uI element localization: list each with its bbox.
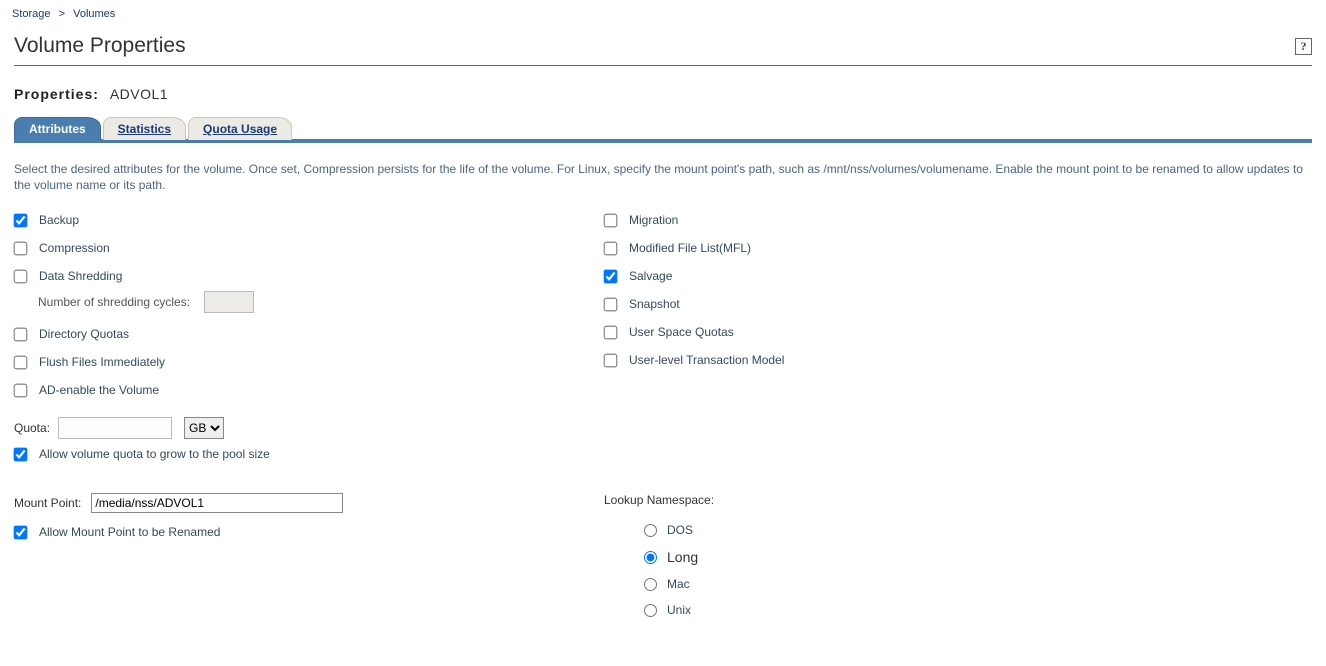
checkbox-compression[interactable] — [14, 242, 28, 256]
checkbox-data-shredding[interactable] — [14, 270, 28, 284]
checkbox-ad-enable[interactable] — [14, 384, 28, 398]
input-mount-point[interactable] — [91, 493, 343, 513]
help-icon[interactable]: ? — [1295, 38, 1312, 55]
checkbox-salvage[interactable] — [604, 270, 618, 284]
properties-label: Properties: — [14, 86, 99, 102]
checkbox-user-txn-model[interactable] — [604, 354, 618, 368]
checkbox-user-space-quotas[interactable] — [604, 326, 618, 340]
mount-point-block: Mount Point: Allow Mount Point to be Ren… — [14, 493, 594, 629]
lookup-namespace-block: Lookup Namespace: DOS Long Mac Unix — [594, 493, 1312, 629]
tab-row: Attributes Statistics Quota Usage — [0, 116, 1326, 139]
tab-statistics[interactable]: Statistics — [103, 117, 186, 140]
attributes-col-right: Migration Modified File List(MFL) Salvag… — [604, 213, 1312, 411]
checkbox-directory-quotas[interactable] — [14, 328, 28, 342]
label-salvage: Salvage — [629, 269, 672, 283]
checkbox-flush-files[interactable] — [14, 356, 28, 370]
radio-ns-dos[interactable] — [644, 524, 657, 537]
select-quota-unit[interactable]: GB — [184, 417, 224, 439]
radio-ns-unix[interactable] — [644, 604, 657, 617]
checkbox-allow-rename[interactable] — [14, 526, 28, 540]
label-data-shredding: Data Shredding — [39, 269, 122, 283]
input-quota[interactable] — [58, 417, 172, 439]
checkbox-snapshot[interactable] — [604, 298, 618, 312]
tab-attributes[interactable]: Attributes — [14, 117, 101, 140]
label-allow-rename: Allow Mount Point to be Renamed — [39, 525, 220, 539]
mount-namespace-section: Mount Point: Allow Mount Point to be Ren… — [0, 475, 1326, 629]
tab-quota-usage[interactable]: Quota Usage — [188, 117, 292, 140]
attribute-columns: Backup Compression Data Shredding Number… — [0, 203, 1326, 411]
label-migration: Migration — [629, 213, 678, 227]
breadcrumb-volumes[interactable]: Volumes — [73, 8, 115, 20]
properties-value: ADVOL1 — [110, 86, 168, 102]
label-shredding-cycles: Number of shredding cycles: — [38, 295, 190, 309]
breadcrumb-sep: > — [59, 8, 65, 20]
label-allow-grow: Allow volume quota to grow to the pool s… — [39, 447, 270, 461]
label-mfl: Modified File List(MFL) — [629, 241, 751, 255]
breadcrumb: Storage > Volumes — [0, 0, 1326, 26]
label-ns-long: Long — [667, 549, 698, 565]
label-quota: Quota: — [14, 421, 50, 435]
label-directory-quotas: Directory Quotas — [39, 327, 129, 341]
shredding-cycles-row: Number of shredding cycles: — [38, 291, 604, 313]
attributes-col-left: Backup Compression Data Shredding Number… — [14, 213, 604, 411]
properties-line: Properties: ADVOL1 — [0, 66, 1326, 116]
label-user-txn-model: User-level Transaction Model — [629, 353, 784, 367]
input-shredding-cycles[interactable] — [204, 291, 254, 313]
label-user-space-quotas: User Space Quotas — [629, 325, 734, 339]
label-flush-files: Flush Files Immediately — [39, 355, 165, 369]
label-snapshot: Snapshot — [629, 297, 680, 311]
label-compression: Compression — [39, 241, 110, 255]
instructions-text: Select the desired attributes for the vo… — [0, 143, 1326, 203]
checkbox-allow-grow[interactable] — [14, 448, 28, 462]
label-ad-enable: AD-enable the Volume — [39, 383, 159, 397]
checkbox-backup[interactable] — [14, 214, 28, 228]
radio-ns-long[interactable] — [644, 551, 657, 564]
page-title-row: Volume Properties ? — [0, 26, 1326, 62]
label-mount-point: Mount Point: — [14, 496, 81, 510]
label-ns-mac: Mac — [667, 577, 690, 591]
quota-section: Quota: GB Allow volume quota to grow to … — [0, 411, 1326, 461]
breadcrumb-storage[interactable]: Storage — [12, 8, 51, 20]
page-title: Volume Properties — [14, 34, 186, 58]
checkbox-mfl[interactable] — [604, 242, 618, 256]
label-ns-unix: Unix — [667, 603, 691, 617]
radio-ns-mac[interactable] — [644, 578, 657, 591]
label-ns-dos: DOS — [667, 523, 693, 537]
label-backup: Backup — [39, 213, 79, 227]
checkbox-migration[interactable] — [604, 214, 618, 228]
label-lookup-namespace: Lookup Namespace: — [604, 493, 1312, 507]
